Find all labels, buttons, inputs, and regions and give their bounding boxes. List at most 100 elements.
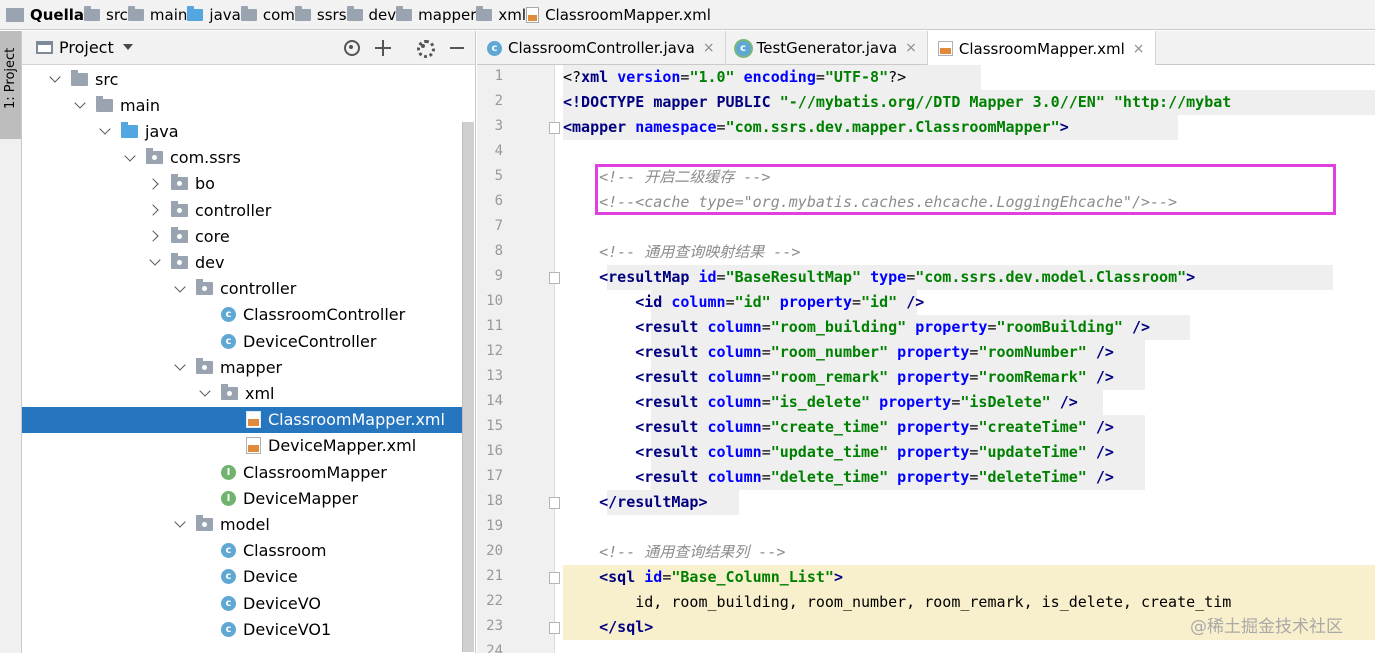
gear-icon[interactable]	[415, 38, 435, 58]
fold-marker-icon[interactable]	[549, 272, 560, 284]
tree-item[interactable]: I DeviceMapper	[22, 485, 462, 511]
close-icon[interactable]: ×	[905, 40, 917, 56]
package-icon	[196, 514, 213, 531]
tree-scrollbar[interactable]	[462, 122, 474, 652]
code-token: column	[707, 343, 762, 361]
code-token: mapper	[653, 93, 717, 111]
project-view-selector[interactable]: Project	[59, 38, 114, 57]
tree-item-label: DeviceVO	[243, 593, 321, 613]
folder-icon	[71, 69, 88, 86]
class-icon: c	[221, 595, 236, 611]
code-token: "com.ssrs.dev.mapper.ClassroomMapper"	[725, 118, 1060, 136]
tree-item[interactable]: c DeviceVO1	[22, 616, 462, 642]
chevron-down-icon[interactable]	[174, 282, 188, 296]
project-tool-window-button[interactable]: 1: Project	[0, 31, 21, 139]
locate-file-icon[interactable]	[342, 38, 362, 58]
tree-item[interactable]: com.ssrs	[22, 145, 462, 171]
code-token: <mapper	[563, 118, 636, 136]
tree-item[interactable]: dev	[22, 249, 462, 275]
tree-item-label: model	[220, 514, 270, 534]
code-token: "id"	[734, 293, 771, 311]
tree-item[interactable]: ClassroomMapper.xml	[22, 406, 462, 433]
code-token: ?>	[888, 68, 907, 86]
breadcrumb-item[interactable]: xml	[476, 0, 526, 29]
breadcrumb-item[interactable]: src	[84, 0, 128, 29]
breadcrumb-item[interactable]: dev	[346, 0, 396, 29]
close-icon[interactable]: ×	[1133, 41, 1145, 57]
chevron-down-icon[interactable]	[174, 360, 188, 374]
tree-item[interactable]: mapper	[22, 354, 462, 380]
close-icon[interactable]: ×	[703, 40, 715, 56]
editor-tab[interactable]: ClassroomMapper.xml ×	[927, 31, 1156, 66]
tree-item[interactable]: java	[22, 118, 462, 144]
tree-item-label: main	[120, 95, 160, 115]
tree-item[interactable]: c DeviceController	[22, 328, 462, 354]
folder-icon	[396, 5, 413, 21]
code-line: </sql>	[563, 615, 653, 640]
breadcrumb-item[interactable]: com	[240, 0, 295, 29]
class-icon: c	[221, 307, 236, 323]
chevron-down-icon[interactable]	[99, 124, 113, 138]
code-token: <result	[635, 318, 708, 336]
folder-icon	[127, 5, 144, 21]
fold-marker-icon[interactable]	[549, 122, 560, 134]
tree-item[interactable]: c Classroom	[22, 538, 462, 564]
breadcrumb-item[interactable]: ClassroomMapper.xml	[526, 0, 711, 29]
tree-item-label: DeviceVO1	[243, 619, 332, 639]
collapse-all-icon[interactable]	[374, 38, 394, 58]
tree-item[interactable]: c ClassroomController	[22, 302, 462, 328]
code-token: "deleteTime"	[978, 468, 1087, 486]
left-tool-strip: 1: Project	[0, 31, 22, 653]
chevron-down-icon[interactable]	[123, 44, 133, 50]
breadcrumb-item[interactable]: Quella	[6, 0, 84, 29]
tree-item[interactable]: xml	[22, 380, 462, 406]
chevron-down-icon[interactable]	[174, 517, 188, 531]
tree-item[interactable]: c Device	[22, 564, 462, 590]
chevron-right-icon[interactable]	[149, 203, 163, 217]
chevron-down-icon[interactable]	[199, 386, 213, 400]
fold-marker-icon[interactable]	[549, 497, 560, 509]
chevron-down-icon[interactable]	[49, 72, 63, 86]
editor-tab[interactable]: c ClassroomController.java ×	[477, 31, 726, 65]
tree-item[interactable]: main	[22, 92, 462, 118]
fold-marker-icon[interactable]	[549, 622, 560, 634]
tree-item[interactable]: controller	[22, 197, 462, 223]
tree-item[interactable]: core	[22, 223, 462, 249]
editor-tab[interactable]: c TestGenerator.java ×	[726, 31, 928, 65]
code-token: <result	[635, 443, 708, 461]
tab-label: ClassroomController.java	[508, 39, 695, 57]
tree-item[interactable]: src	[22, 66, 462, 92]
tree-item[interactable]: I ClassroomMapper	[22, 459, 462, 485]
breadcrumb-item[interactable]: mapper	[396, 0, 477, 29]
code-token: column	[707, 418, 762, 436]
line-number-gutter: 1 2 3 4 5 6 7 8 9 10 11 12 13 14 15 16 17 18 19 20 21 22 23 24	[477, 65, 560, 653]
tree-item[interactable]: DeviceMapper.xml	[22, 433, 462, 459]
line-number: 14	[486, 393, 503, 409]
fold-marker-icon[interactable]	[549, 572, 560, 584]
code-area[interactable]: <?xml version="1.0" encoding="UTF-8"?> <!…	[563, 65, 1375, 653]
hide-panel-icon[interactable]	[448, 38, 468, 58]
chevron-down-icon[interactable]	[149, 255, 163, 269]
tree-item[interactable]: controller	[22, 276, 462, 302]
tree-item[interactable]: bo	[22, 171, 462, 197]
breadcrumb-item[interactable]: java	[187, 0, 241, 29]
code-editor[interactable]: 1 2 3 4 5 6 7 8 9 10 11 12 13 14 15 16 17 18 19 20 21 22 23 24 …	[477, 65, 1375, 653]
breadcrumb-item[interactable]: ssrs	[294, 0, 347, 29]
breadcrumb-item[interactable]: main	[127, 0, 187, 29]
code-token: "isDelete"	[960, 393, 1051, 411]
tree-item[interactable]: c DeviceVO	[22, 590, 462, 616]
chevron-right-icon[interactable]	[149, 177, 163, 191]
code-token: >	[1059, 118, 1069, 136]
chevron-right-icon[interactable]	[149, 229, 163, 243]
tree-item[interactable]: model	[22, 511, 462, 537]
chevron-down-icon[interactable]	[74, 98, 88, 112]
code-token: type	[870, 268, 907, 286]
code-token: =	[761, 418, 771, 436]
breadcrumb-label: mapper	[418, 5, 477, 24]
chevron-down-icon[interactable]	[124, 151, 138, 165]
tree-item-label: ClassroomController	[243, 305, 406, 325]
